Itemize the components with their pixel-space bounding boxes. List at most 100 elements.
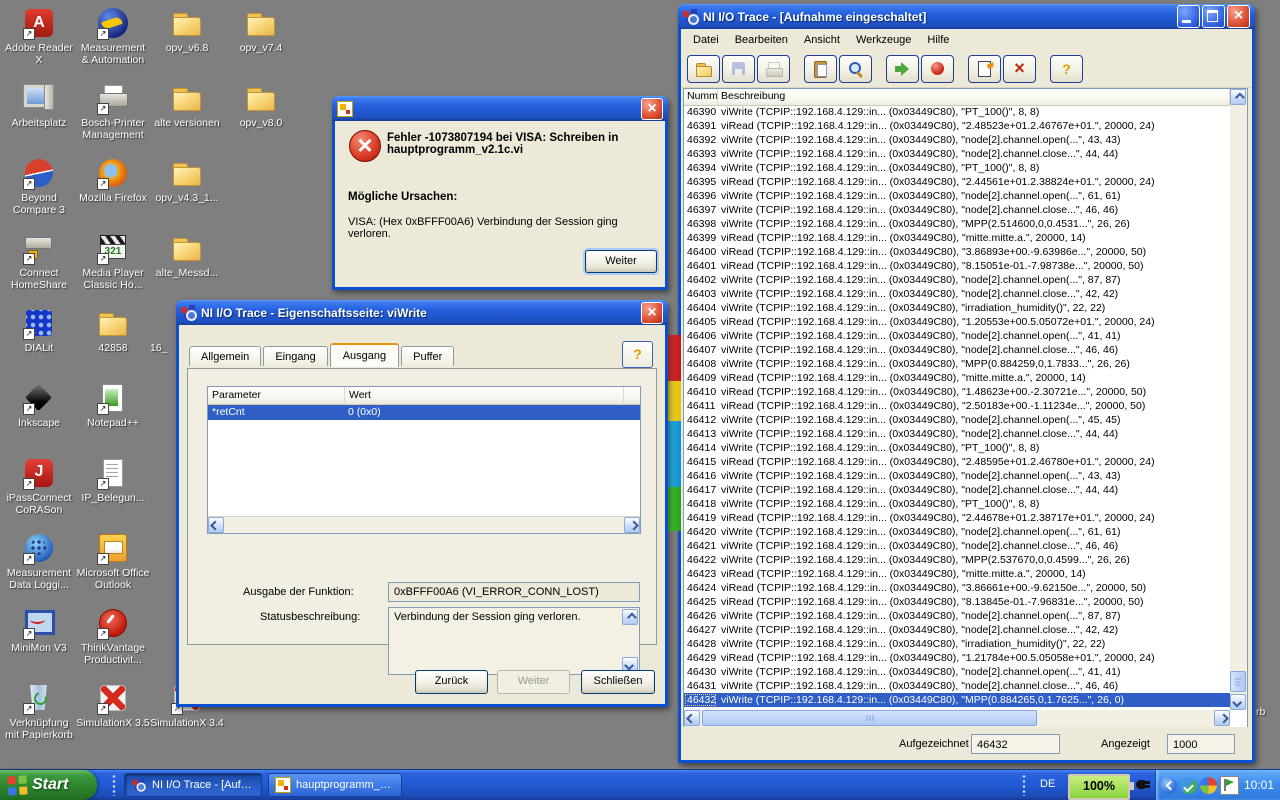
desktop-icon[interactable]: ↗ opv_v8.0 bbox=[224, 81, 298, 156]
trace-row[interactable]: 46404 viWrite (TCPIP::192.168.4.129::in.… bbox=[684, 301, 1230, 315]
tray-network-status-icon[interactable] bbox=[1180, 776, 1197, 794]
close-button[interactable] bbox=[641, 301, 663, 324]
trace-row[interactable]: 46409 viRead (TCPIP::192.168.4.129::in..… bbox=[684, 371, 1230, 385]
trace-row[interactable]: 46393 viWrite (TCPIP::192.168.4.129::in.… bbox=[684, 147, 1230, 161]
tray-flag-icon[interactable] bbox=[1220, 775, 1239, 795]
toolbar-button[interactable] bbox=[1003, 55, 1036, 83]
desktop-icon[interactable]: ↗ opv_v4.3_1... bbox=[150, 156, 224, 231]
trace-row[interactable]: 46423 viRead (TCPIP::192.168.4.129::in..… bbox=[684, 567, 1230, 581]
trace-row[interactable]: 46415 viRead (TCPIP::192.168.4.129::in..… bbox=[684, 455, 1230, 469]
desktop-icon[interactable]: ↗ SimulationX 3.5 bbox=[76, 681, 150, 756]
close-button[interactable] bbox=[641, 97, 663, 120]
desktop-icon[interactable]: ↗ Mozilla Firefox bbox=[76, 156, 150, 231]
trace-row[interactable]: 46406 viWrite (TCPIP::192.168.4.129::in.… bbox=[684, 329, 1230, 343]
desktop-icon[interactable]: ↗ Connect HomeShare bbox=[2, 231, 76, 306]
trace-row[interactable]: 46410 viRead (TCPIP::192.168.4.129::in..… bbox=[684, 385, 1230, 399]
vertical-scroll-thumb[interactable] bbox=[1230, 671, 1246, 692]
desktop-icon[interactable]: ↗ Measurement & Automation bbox=[76, 6, 150, 81]
trace-row[interactable]: 46426 viWrite (TCPIP::192.168.4.129::in.… bbox=[684, 609, 1230, 623]
desktop-icon[interactable]: ↗ alte_Messd... bbox=[150, 231, 224, 306]
trace-row[interactable]: 46430 viWrite (TCPIP::192.168.4.129::in.… bbox=[684, 665, 1230, 679]
trace-row[interactable]: 46408 viWrite (TCPIP::192.168.4.129::in.… bbox=[684, 357, 1230, 371]
trace-row[interactable]: 46395 viRead (TCPIP::192.168.4.129::in..… bbox=[684, 175, 1230, 189]
trace-row[interactable]: 46391 viRead (TCPIP::192.168.4.129::in..… bbox=[684, 119, 1230, 133]
trace-row[interactable]: 46401 viRead (TCPIP::192.168.4.129::in..… bbox=[684, 259, 1230, 273]
trace-row[interactable]: 46417 viWrite (TCPIP::192.168.4.129::in.… bbox=[684, 483, 1230, 497]
trace-row[interactable]: 46421 viWrite (TCPIP::192.168.4.129::in.… bbox=[684, 539, 1230, 553]
scroll-down-button[interactable] bbox=[1230, 694, 1246, 710]
scroll-right-button[interactable] bbox=[1214, 710, 1230, 726]
desktop-icon[interactable]: ↗ ThinkVantage Productivit... bbox=[76, 606, 150, 681]
trace-row[interactable]: 46403 viWrite (TCPIP::192.168.4.129::in.… bbox=[684, 287, 1230, 301]
trace-row[interactable]: 46407 viWrite (TCPIP::192.168.4.129::in.… bbox=[684, 343, 1230, 357]
toolbar-button[interactable] bbox=[968, 55, 1001, 83]
table-horizontal-scrollbar[interactable] bbox=[208, 516, 640, 533]
trace-row[interactable]: 46396 viWrite (TCPIP::192.168.4.129::in.… bbox=[684, 189, 1230, 203]
desktop-icon[interactable]: ↗ Arbeitsplatz bbox=[2, 81, 76, 156]
main-window-titlebar[interactable]: NI I/O Trace - [Aufnahme eingeschaltet] bbox=[678, 4, 1255, 29]
tab[interactable]: Ausgang bbox=[329, 343, 400, 367]
desktop-icon-label-papierkorb-fragment[interactable]: rb bbox=[1256, 706, 1265, 718]
desktop-icon[interactable]: ↗ 42858 bbox=[76, 306, 150, 381]
scroll-left-button[interactable] bbox=[208, 517, 224, 533]
desktop-icon[interactable]: ↗ Beyond Compare 3 bbox=[2, 156, 76, 231]
trace-row[interactable]: 46422 viWrite (TCPIP::192.168.4.129::in.… bbox=[684, 553, 1230, 567]
desktop-icon[interactable]: ↗ Adobe Reader X bbox=[2, 6, 76, 81]
status-description-box[interactable]: Verbindung der Session ging verloren. bbox=[388, 607, 640, 675]
trace-row[interactable]: 46427 viWrite (TCPIP::192.168.4.129::in.… bbox=[684, 623, 1230, 637]
trace-row[interactable]: 46414 viWrite (TCPIP::192.168.4.129::in.… bbox=[684, 441, 1230, 455]
menu-item[interactable]: Hilfe bbox=[919, 31, 957, 49]
column-header-wert[interactable]: Wert bbox=[345, 387, 624, 404]
trace-row[interactable]: 46405 viRead (TCPIP::192.168.4.129::in..… bbox=[684, 315, 1230, 329]
parameter-row-selected[interactable]: *retCnt 0 (0x0) bbox=[208, 405, 640, 420]
trace-row[interactable]: 46390 viWrite (TCPIP::192.168.4.129::in.… bbox=[684, 105, 1230, 119]
desktop-icon[interactable]: ↗ Bosch-Printer Management bbox=[76, 81, 150, 156]
desktop-icon-label-folder16[interactable]: 16_ bbox=[150, 342, 168, 354]
toolbar-button[interactable] bbox=[804, 55, 837, 83]
trace-row[interactable]: 46402 viWrite (TCPIP::192.168.4.129::in.… bbox=[684, 273, 1230, 287]
trace-row[interactable]: 46392 viWrite (TCPIP::192.168.4.129::in.… bbox=[684, 133, 1230, 147]
zurueck-button[interactable]: Zurück bbox=[415, 670, 488, 694]
scroll-up-button[interactable] bbox=[622, 609, 638, 625]
horizontal-scrollbar[interactable] bbox=[684, 710, 1230, 727]
tab[interactable]: Eingang bbox=[263, 346, 328, 366]
tab[interactable]: Puffer bbox=[401, 346, 455, 366]
menu-item[interactable]: Ansicht bbox=[796, 31, 848, 49]
start-button[interactable]: Start bbox=[0, 770, 97, 800]
toolbar-button[interactable] bbox=[687, 55, 720, 83]
column-header-nummer[interactable]: Nummer bbox=[684, 89, 718, 105]
desktop-icon[interactable]: ↗ MiniMon V3 bbox=[2, 606, 76, 681]
desktop-icon[interactable]: ↗ Inkscape bbox=[2, 381, 76, 456]
schliessen-button[interactable]: Schließen bbox=[581, 670, 655, 694]
taskbar-task-hauptprogramm[interactable]: hauptprogramm_v2.1... bbox=[268, 773, 402, 797]
taskbar-task-niio-trace[interactable]: NI I/O Trace - [Aufna... bbox=[124, 773, 262, 797]
horizontal-scroll-thumb[interactable] bbox=[702, 710, 1037, 726]
trace-row[interactable]: 46419 viRead (TCPIP::192.168.4.129::in..… bbox=[684, 511, 1230, 525]
column-header-beschreibung[interactable]: Beschreibung bbox=[718, 89, 1230, 105]
toolbar-button[interactable] bbox=[839, 55, 872, 83]
trace-row[interactable]: 46411 viRead (TCPIP::192.168.4.129::in..… bbox=[684, 399, 1230, 413]
desktop-icon[interactable]: ↗ DIALit bbox=[2, 306, 76, 381]
desktop-icon[interactable]: ↗ opv_v6.8 bbox=[150, 6, 224, 81]
vertical-scrollbar[interactable] bbox=[1230, 89, 1247, 710]
trace-row[interactable]: 46416 viWrite (TCPIP::192.168.4.129::in.… bbox=[684, 469, 1230, 483]
trace-row[interactable]: 46428 viWrite (TCPIP::192.168.4.129::in.… bbox=[684, 637, 1230, 651]
desktop-icon[interactable]: ↗ IP_Belegun... bbox=[76, 456, 150, 531]
help-button[interactable]: ? bbox=[622, 341, 653, 368]
trace-row[interactable]: 46432 viWrite (TCPIP::192.168.4.129::in.… bbox=[684, 693, 1230, 707]
toolbar-button[interactable] bbox=[921, 55, 954, 83]
battery-indicator[interactable]: 100% bbox=[1068, 774, 1134, 800]
desktop-icon[interactable]: ↗ Notepad++ bbox=[76, 381, 150, 456]
close-button[interactable] bbox=[1227, 5, 1250, 28]
weiter-button[interactable]: Weiter bbox=[585, 250, 657, 273]
toolbar-button[interactable] bbox=[1050, 55, 1083, 83]
tray-colored-ball-icon[interactable] bbox=[1200, 776, 1217, 794]
minimize-button[interactable] bbox=[1177, 5, 1200, 28]
menu-item[interactable]: Datei bbox=[685, 31, 727, 49]
trace-row[interactable]: 46418 viWrite (TCPIP::192.168.4.129::in.… bbox=[684, 497, 1230, 511]
scroll-left-button[interactable] bbox=[684, 710, 700, 726]
tab[interactable]: Allgemein bbox=[189, 346, 262, 366]
hide-icons-chevron-icon[interactable] bbox=[1160, 776, 1177, 794]
trace-row[interactable]: 46413 viWrite (TCPIP::192.168.4.129::in.… bbox=[684, 427, 1230, 441]
trace-row[interactable]: 46425 viRead (TCPIP::192.168.4.129::in..… bbox=[684, 595, 1230, 609]
